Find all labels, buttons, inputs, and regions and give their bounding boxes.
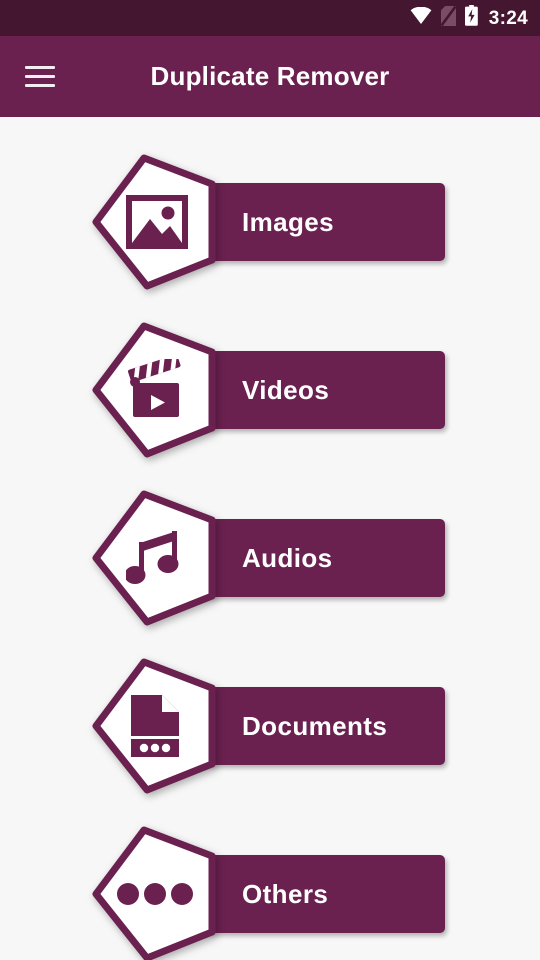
category-item-documents[interactable]: Documents	[0, 641, 540, 809]
menu-line-2	[25, 75, 55, 78]
category-bar[interactable]: Others	[180, 855, 445, 933]
category-badge	[92, 826, 216, 960]
menu-line-3	[25, 84, 55, 87]
category-label: Videos	[242, 374, 330, 405]
status-bar: 3:24	[0, 0, 540, 36]
status-time: 3:24	[488, 7, 528, 29]
category-item-others[interactable]: Others	[0, 809, 540, 960]
battery-charging-icon	[464, 5, 478, 31]
category-bar[interactable]: Videos	[180, 351, 445, 429]
category-bar[interactable]: Images	[180, 183, 445, 261]
category-badge	[92, 154, 216, 290]
category-label: Others	[242, 878, 329, 909]
category-label: Audios	[242, 542, 333, 573]
category-bar[interactable]: Audios	[180, 519, 445, 597]
category-badge	[92, 490, 216, 626]
category-item-videos[interactable]: Videos	[0, 305, 540, 473]
hamburger-menu-icon[interactable]	[12, 49, 68, 105]
app-bar: Duplicate Remover	[0, 36, 540, 117]
category-label: Images	[242, 206, 335, 237]
category-label: Documents	[242, 710, 388, 741]
category-list: Images Videos Audios Documents Others	[0, 117, 540, 960]
page-title: Duplicate Remover	[150, 61, 390, 91]
category-item-images[interactable]: Images	[0, 137, 540, 305]
category-badge	[92, 322, 216, 458]
menu-line-1	[25, 66, 55, 69]
no-sim-icon	[440, 5, 457, 31]
wifi-icon	[410, 6, 432, 29]
category-bar[interactable]: Documents	[180, 687, 445, 765]
category-badge	[92, 658, 216, 794]
category-item-audios[interactable]: Audios	[0, 473, 540, 641]
